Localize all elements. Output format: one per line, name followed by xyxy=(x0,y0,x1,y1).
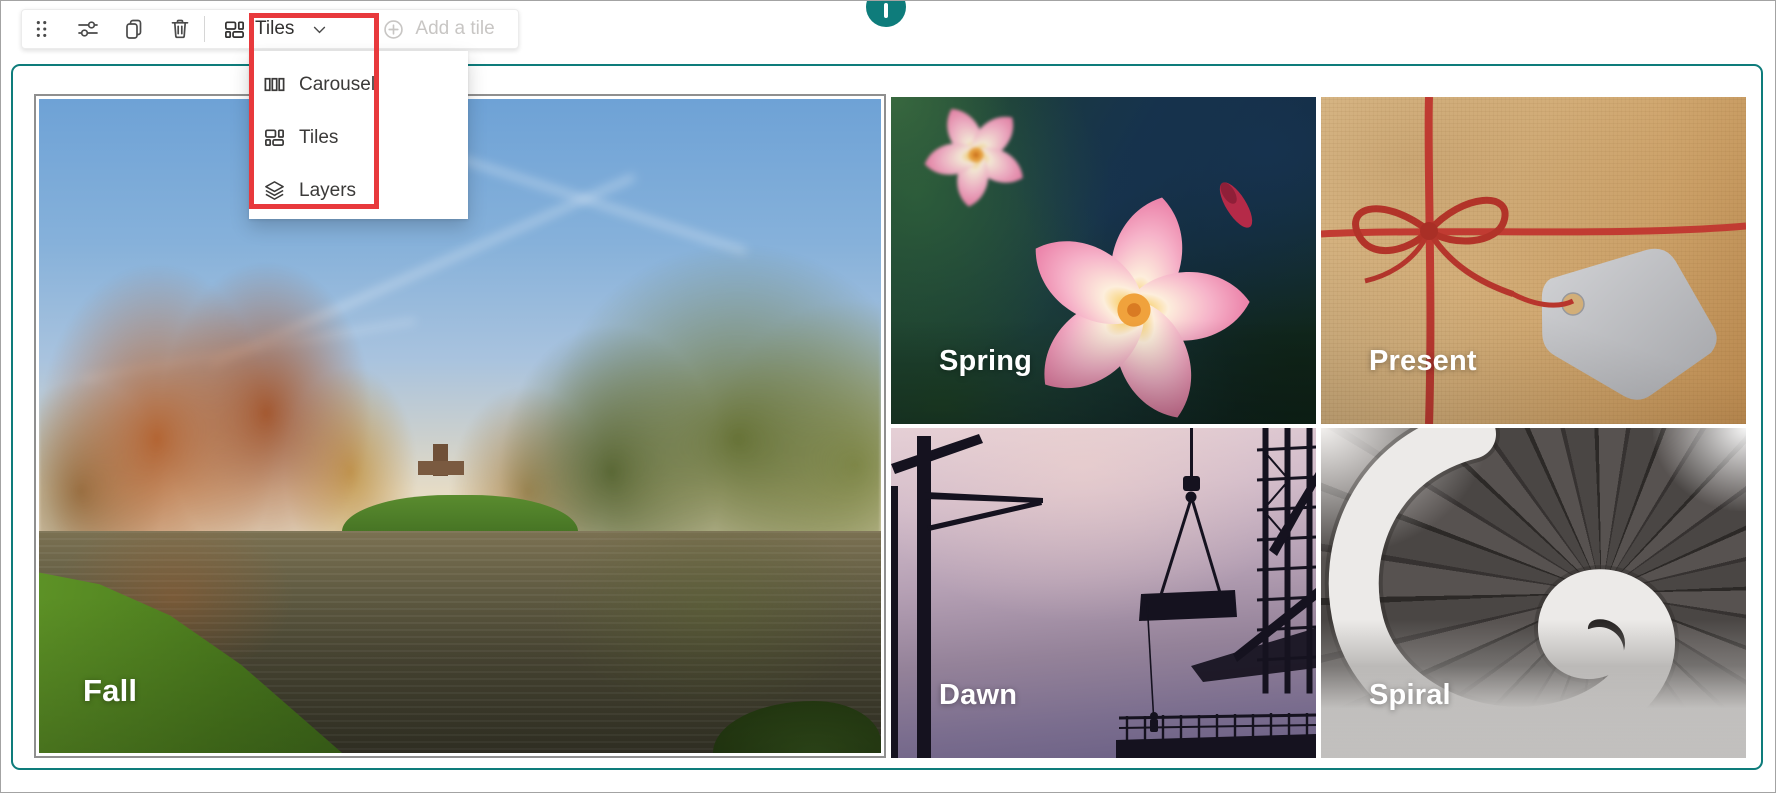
menu-item-label: Layers xyxy=(299,179,357,201)
spring-photo: Spring xyxy=(891,97,1316,424)
duplicate-icon xyxy=(126,19,142,39)
plus-icon xyxy=(884,3,888,18)
drag-handle[interactable] xyxy=(22,11,62,47)
layout-dropdown-label: Tiles xyxy=(255,18,295,39)
menu-item-label: Tiles xyxy=(299,126,339,148)
tile-present[interactable]: Present xyxy=(1321,97,1746,424)
layout-dropdown-button[interactable]: Tiles xyxy=(213,11,342,47)
carousel-icon xyxy=(264,77,285,92)
menu-item-label: Carousel xyxy=(299,73,376,95)
duplicate-button[interactable] xyxy=(114,11,154,47)
dawn-photo: Dawn xyxy=(891,428,1316,758)
menu-item-tiles[interactable]: Tiles xyxy=(249,111,468,164)
delete-icon xyxy=(171,19,189,39)
tile-title: Present xyxy=(1369,345,1477,377)
tile-spring[interactable]: Spring xyxy=(891,97,1316,424)
tile-title: Dawn xyxy=(939,679,1018,711)
layout-dropdown-menu: Carousel Tiles Layers xyxy=(249,51,468,219)
add-section-button[interactable] xyxy=(866,1,906,27)
layers-icon xyxy=(265,181,284,200)
drag-handle-icon xyxy=(36,21,47,37)
tiles-icon xyxy=(225,20,244,38)
menu-item-layers[interactable]: Layers xyxy=(249,164,468,217)
tune-sliders-icon xyxy=(78,21,98,37)
tile-dawn[interactable]: Dawn xyxy=(891,428,1316,758)
tile-title: Fall xyxy=(83,673,138,708)
chevron-down-icon xyxy=(314,26,326,33)
webpart-toolbar: Tiles Add a tile xyxy=(21,9,519,49)
tile-title: Spiral xyxy=(1369,679,1451,711)
add-circle-icon xyxy=(384,19,404,39)
spiral-photo: Spiral xyxy=(1321,428,1746,758)
delete-button[interactable] xyxy=(160,11,200,47)
add-tile-button[interactable]: Add a tile xyxy=(382,11,495,47)
toolbar-divider xyxy=(204,16,205,42)
sharepoint-tiles-webpart-editor: Fall Spring Present Dawn Spiral Tiles Ad… xyxy=(0,0,1776,793)
add-tile-label: Add a tile xyxy=(415,18,495,39)
tile-title: Spring xyxy=(939,345,1033,377)
edit-properties-button[interactable] xyxy=(68,11,108,47)
tile-spiral[interactable]: Spiral xyxy=(1321,428,1746,758)
present-photo: Present xyxy=(1321,97,1746,424)
menu-item-carousel[interactable]: Carousel xyxy=(249,58,468,111)
tiles-icon xyxy=(265,129,284,147)
